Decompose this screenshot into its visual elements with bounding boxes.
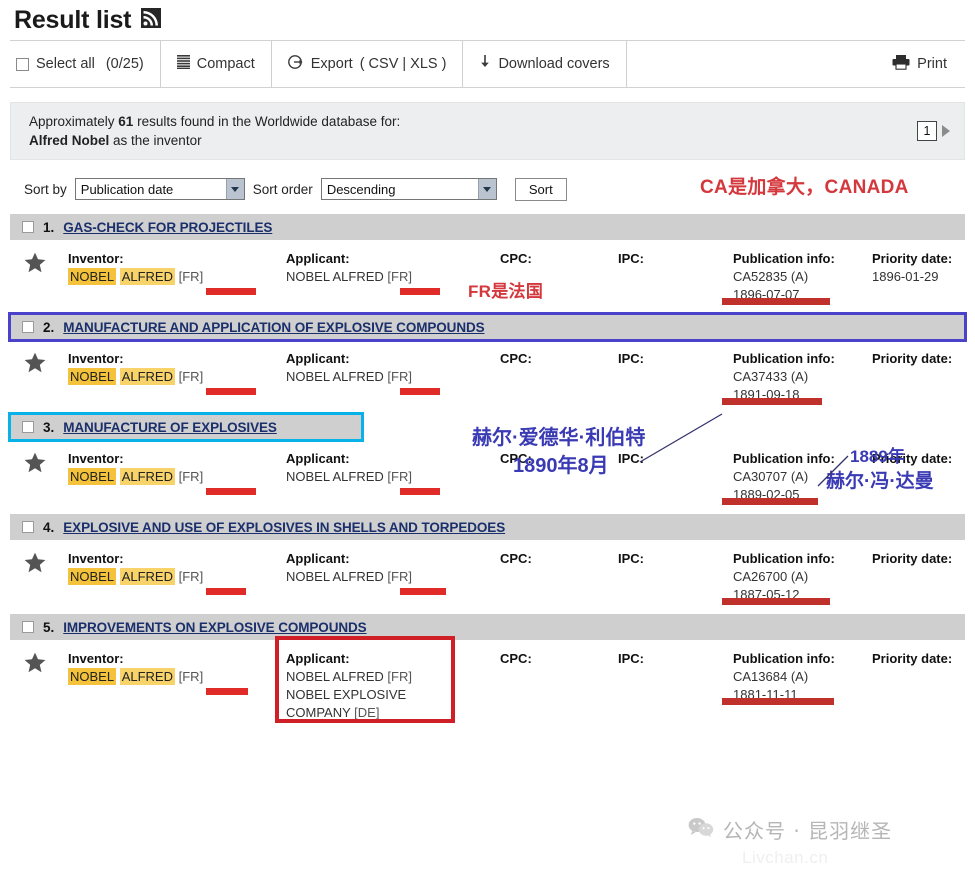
watermark: 公众号 · 昆羽继圣	[688, 815, 892, 844]
annotation-leader-line-2	[0, 0, 975, 869]
watermark-subtext: Livchan.cn	[742, 848, 828, 868]
watermark-text: 公众号 · 昆羽继圣	[723, 815, 892, 844]
wechat-icon	[688, 817, 714, 842]
